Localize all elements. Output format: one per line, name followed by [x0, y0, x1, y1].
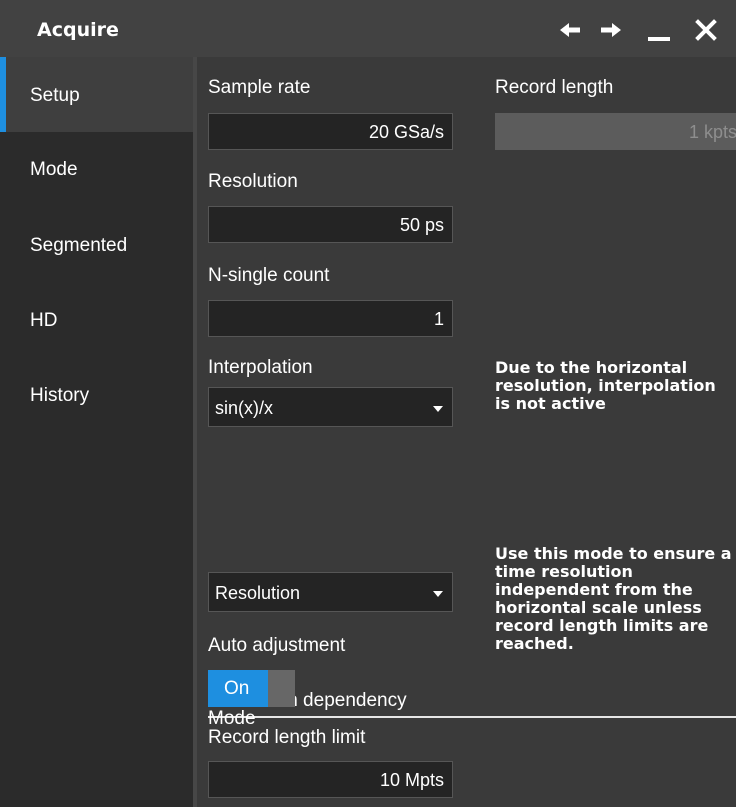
arrow-left-icon[interactable] — [557, 16, 583, 44]
sidebar-item-label: History — [30, 385, 90, 406]
title-bar: Acquire — [0, 0, 736, 57]
window-title: Acquire — [37, 19, 119, 41]
sidebar-item-label: Mode — [30, 159, 78, 180]
sample-rate-field[interactable]: 20 GSa/s — [208, 113, 453, 150]
sidebar-item-hd[interactable]: HD — [0, 282, 193, 357]
sidebar-item-setup[interactable]: Setup — [0, 57, 193, 132]
resolution-label: Resolution — [208, 171, 298, 192]
auto-adjustment-label: Auto adjustment — [208, 635, 346, 656]
sidebar-item-history[interactable]: History — [0, 357, 193, 432]
section-divider — [208, 716, 736, 718]
interpolation-select[interactable]: sin(x)/x — [208, 387, 453, 427]
toggle-on-segment: On — [208, 670, 268, 707]
sample-rate-label: Sample rate — [208, 77, 311, 98]
sidebar-item-label: Segmented — [30, 235, 128, 256]
n-single-count-field[interactable]: 1 — [208, 300, 453, 337]
interpolation-label: Interpolation — [208, 357, 313, 378]
sidebar: Setup Mode Segmented HD History — [0, 57, 193, 807]
sidebar-item-label: Setup — [30, 85, 80, 106]
record-length-limit-value: 10 Mpts — [379, 770, 444, 790]
toggle-knob — [268, 670, 295, 707]
chevron-down-icon — [433, 591, 443, 597]
mode-select[interactable]: Resolution — [208, 572, 453, 612]
interpolation-value: sin(x)/x — [215, 398, 273, 418]
interpolation-note: Due to the horizontal resolution, interp… — [495, 358, 716, 413]
sample-rate-value: 20 GSa/s — [368, 122, 444, 142]
auto-adjustment-toggle[interactable]: On — [208, 670, 295, 707]
arrow-right-icon[interactable] — [598, 16, 624, 44]
n-single-count-value: 1 — [433, 309, 444, 329]
close-icon[interactable] — [693, 16, 719, 44]
record-length-limit-field[interactable]: 10 Mpts — [208, 761, 453, 798]
mode-note: Use this mode to ensure a time resolutio… — [495, 544, 732, 653]
n-single-count-label: N-single count — [208, 265, 330, 286]
sidebar-item-mode[interactable]: Mode — [0, 132, 193, 207]
chevron-down-icon — [433, 406, 443, 412]
record-length-limit-label: Record length limit — [208, 727, 366, 748]
resolution-field[interactable]: 50 ps — [208, 206, 453, 243]
record-length-field: 1 kpts — [495, 113, 736, 150]
record-length-value: 1 kpts — [688, 122, 736, 142]
toggle-state-label: On — [224, 678, 250, 699]
sidebar-item-label: HD — [30, 310, 58, 331]
minimize-icon[interactable] — [646, 16, 672, 44]
resolution-value: 50 ps — [399, 215, 444, 235]
mode-value: Resolution — [215, 583, 301, 603]
sidebar-item-segmented[interactable]: Segmented — [0, 207, 193, 282]
record-length-label: Record length — [495, 77, 614, 98]
